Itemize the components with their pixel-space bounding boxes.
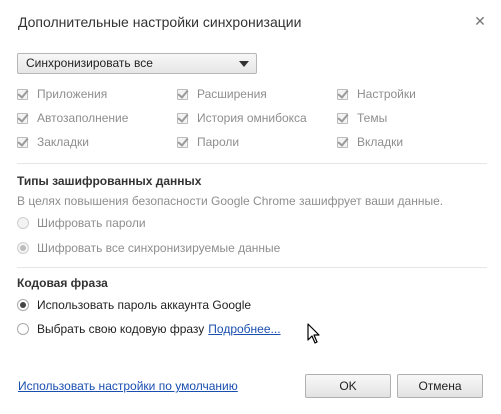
encrypt-all-option[interactable]: Шифровать все синхронизируемые данные xyxy=(17,240,280,256)
checkbox-extensions[interactable] xyxy=(177,88,188,100)
custom-passphrase-option[interactable]: Выбрать свою кодовую фразу Подробнее... xyxy=(17,321,281,337)
sync-item-label: Вкладки xyxy=(357,135,404,149)
radio-use-google-password[interactable] xyxy=(17,299,29,311)
sync-item-themes[interactable]: Темы xyxy=(337,110,387,126)
sync-item-settings[interactable]: Настройки xyxy=(337,86,416,102)
checkbox-bookmarks[interactable] xyxy=(17,136,28,148)
checkbox-tabs[interactable] xyxy=(337,136,348,148)
radio-custom-passphrase[interactable] xyxy=(17,323,29,335)
checkbox-apps[interactable] xyxy=(17,88,28,100)
close-icon[interactable]: ✕ xyxy=(473,14,487,28)
mouse-cursor-icon xyxy=(307,323,320,344)
sync-item-passwords[interactable]: Пароли xyxy=(177,134,239,150)
sync-item-extensions[interactable]: Расширения xyxy=(177,86,267,102)
cancel-button[interactable]: Отмена xyxy=(397,374,483,398)
radio-encrypt-passwords[interactable] xyxy=(17,217,29,229)
encryption-description: В целях повышения безопасности Google Ch… xyxy=(17,194,444,208)
radio-label: Выбрать свою кодовую фразу xyxy=(37,322,205,336)
section-divider xyxy=(17,267,487,268)
radio-label: Шифровать все синхронизируемые данные xyxy=(37,241,281,255)
sync-item-label: Пароли xyxy=(197,135,240,149)
encryption-heading: Типы зашифрованных данных xyxy=(17,174,202,188)
sync-select[interactable]: Синхронизировать все xyxy=(17,53,257,74)
dialog-title: Дополнительные настройки синхронизации xyxy=(18,14,302,30)
passphrase-heading: Кодовая фраза xyxy=(17,276,108,290)
checkbox-themes[interactable] xyxy=(337,112,348,124)
radio-label: Использовать пароль аккаунта Google xyxy=(37,298,252,312)
use-google-password-option[interactable]: Использовать пароль аккаунта Google xyxy=(17,297,251,313)
sync-item-label: Темы xyxy=(357,111,388,125)
section-divider xyxy=(17,163,487,164)
sync-item-label: Закладки xyxy=(37,135,89,149)
sync-item-tabs[interactable]: Вкладки xyxy=(337,134,403,150)
sync-item-omnibox-history[interactable]: История омнибокса xyxy=(177,110,307,126)
learn-more-link[interactable]: Подробнее... xyxy=(208,322,280,336)
radio-encrypt-all[interactable] xyxy=(17,242,29,254)
checkbox-settings[interactable] xyxy=(337,88,348,100)
sync-item-label: Автозаполнение xyxy=(37,111,129,125)
sync-item-autofill[interactable]: Автозаполнение xyxy=(17,110,128,126)
sync-item-label: История омнибокса xyxy=(197,111,307,125)
ok-button[interactable]: OK xyxy=(305,374,391,398)
chevron-down-icon xyxy=(239,61,249,67)
sync-item-label: Расширения xyxy=(197,87,267,101)
use-defaults-link[interactable]: Использовать настройки по умолчанию xyxy=(18,379,238,393)
radio-label: Шифровать пароли xyxy=(37,216,146,230)
sync-item-label: Настройки xyxy=(357,87,416,101)
checkbox-passwords[interactable] xyxy=(177,136,188,148)
sync-item-apps[interactable]: Приложения xyxy=(17,86,107,102)
sync-item-bookmarks[interactable]: Закладки xyxy=(17,134,89,150)
checkbox-omnibox-history[interactable] xyxy=(177,112,188,124)
checkbox-autofill[interactable] xyxy=(17,112,28,124)
sync-select-value: Синхронизировать все xyxy=(26,56,153,70)
sync-item-label: Приложения xyxy=(37,87,108,101)
encrypt-passwords-option[interactable]: Шифровать пароли xyxy=(17,215,146,231)
